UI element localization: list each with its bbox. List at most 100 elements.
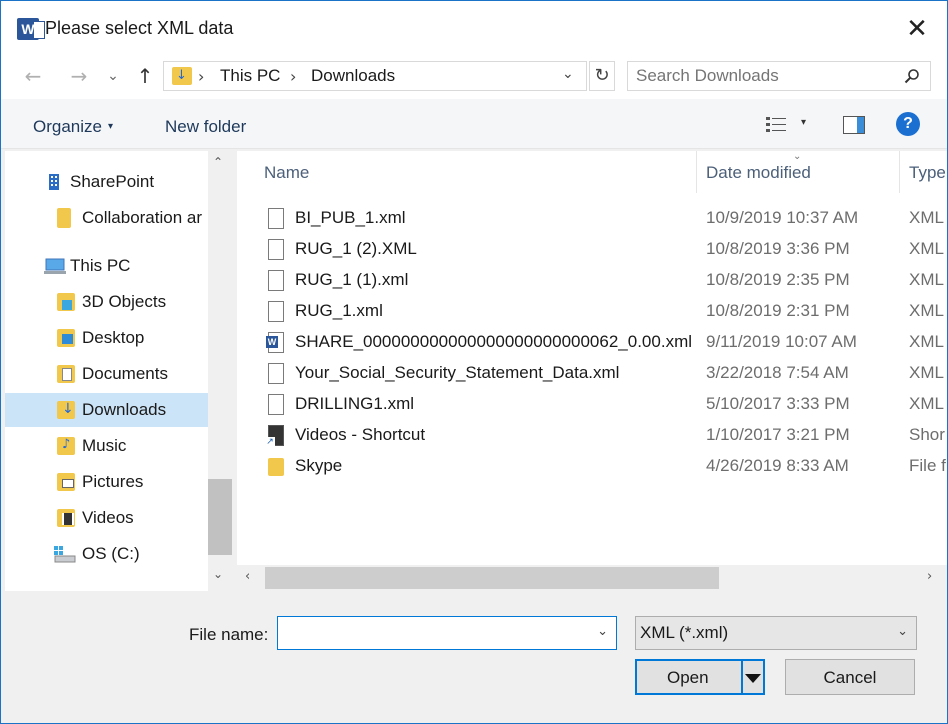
title-bar: W Please select XML data ✕ bbox=[1, 1, 947, 57]
address-dropdown-icon[interactable]: ⌄ bbox=[562, 66, 574, 82]
file-date: 10/8/2019 3:36 PM bbox=[706, 239, 850, 258]
file-type: XML bbox=[909, 270, 944, 289]
file-type-value: XML (*.xml) bbox=[640, 623, 729, 642]
sidebar-item-documents[interactable]: Documents bbox=[5, 357, 208, 391]
file-type: XML bbox=[909, 363, 944, 382]
sidebar-item-os-c[interactable]: OS (C:) bbox=[5, 537, 208, 571]
file-row[interactable]: Videos - Shortcut 1/10/2017 3:21 PM Shor bbox=[237, 420, 947, 451]
sidebar-item-3d-objects[interactable]: 3D Objects bbox=[5, 285, 208, 319]
view-options-icon[interactable] bbox=[765, 115, 787, 135]
sidebar-item-music[interactable]: ♪ Music bbox=[5, 429, 208, 463]
file-name: Videos - Shortcut bbox=[295, 425, 426, 444]
sidebar-item-label: 3D Objects bbox=[82, 292, 167, 311]
view-dropdown-icon[interactable]: ▾ bbox=[801, 117, 806, 128]
file-row[interactable]: BI_PUB_1.xml 10/9/2019 10:37 AM XML bbox=[237, 203, 947, 234]
column-header-type[interactable]: Type bbox=[909, 163, 946, 183]
sidebar-item-label: OS (C:) bbox=[82, 544, 140, 563]
file-name: BI_PUB_1.xml bbox=[295, 208, 406, 227]
file-type: XML bbox=[909, 208, 944, 227]
file-name: Your_Social_Security_Statement_Data.xml bbox=[295, 363, 620, 382]
file-icon bbox=[268, 301, 284, 322]
recent-locations-button[interactable]: ⌄ bbox=[105, 63, 121, 89]
file-type-select[interactable]: XML (*.xml) ⌄ bbox=[635, 616, 917, 650]
file-name-input[interactable] bbox=[284, 623, 584, 643]
breadcrumb-downloads[interactable]: Downloads bbox=[311, 66, 395, 86]
sidebar-item-this-pc[interactable]: This PC bbox=[5, 249, 208, 283]
downloads-folder-icon bbox=[172, 67, 192, 85]
cancel-button[interactable]: Cancel bbox=[785, 659, 915, 695]
scroll-up-icon[interactable]: ⌃ bbox=[213, 155, 223, 169]
file-open-dialog: W Please select XML data ✕ ← → ⌄ ↑ › Thi… bbox=[0, 0, 948, 724]
forward-button[interactable]: → bbox=[67, 63, 91, 89]
navigation-pane: SharePoint Collaboration ar This PC 3D O… bbox=[5, 151, 208, 591]
new-folder-button[interactable]: New folder bbox=[165, 117, 246, 137]
file-type: Shor bbox=[909, 425, 945, 444]
document-icon bbox=[62, 368, 72, 381]
file-name: RUG_1.xml bbox=[295, 301, 383, 320]
command-bar: Organize ▾ New folder ▾ ? bbox=[1, 99, 947, 149]
column-header-date[interactable]: Date modified bbox=[706, 163, 811, 183]
sidebar-item-desktop[interactable]: Desktop bbox=[5, 321, 208, 355]
search-icon[interactable] bbox=[904, 68, 920, 84]
file-name: RUG_1 (1).xml bbox=[295, 270, 409, 289]
file-name-label: File name: bbox=[189, 625, 269, 644]
word-doc-icon bbox=[266, 332, 284, 353]
back-button[interactable]: ← bbox=[21, 63, 45, 89]
search-box[interactable] bbox=[627, 61, 931, 91]
address-bar[interactable]: › This PC › Downloads ⌄ bbox=[163, 61, 587, 91]
file-row[interactable]: Your_Social_Security_Statement_Data.xml … bbox=[237, 358, 947, 389]
picture-icon bbox=[62, 479, 74, 488]
download-arrow-icon: ↓ bbox=[62, 401, 74, 417]
folder-icon bbox=[268, 458, 284, 476]
breadcrumb-separator[interactable]: › bbox=[290, 67, 296, 86]
refresh-button[interactable]: ↻ bbox=[589, 61, 615, 91]
sidebar-scrollbar[interactable]: ⌃ ⌄ bbox=[208, 151, 232, 591]
sidebar-item-videos[interactable]: Videos bbox=[5, 501, 208, 535]
scroll-right-icon[interactable]: › bbox=[927, 569, 932, 584]
file-row[interactable]: SHARE_000000000000000000000000062_0.00.x… bbox=[237, 327, 947, 358]
scroll-down-icon[interactable]: ⌄ bbox=[213, 567, 223, 581]
open-options-icon[interactable] bbox=[745, 674, 761, 683]
close-button[interactable]: ✕ bbox=[901, 13, 933, 45]
sidebar-item-sharepoint[interactable]: SharePoint bbox=[5, 165, 208, 199]
search-input[interactable] bbox=[636, 66, 896, 86]
desktop-icon bbox=[62, 334, 73, 344]
column-header-name[interactable]: Name bbox=[264, 163, 309, 183]
sidebar-item-label: SharePoint bbox=[70, 172, 155, 191]
up-button[interactable]: ↑ bbox=[133, 63, 157, 89]
file-row[interactable]: Skype 4/26/2019 8:33 AM File f bbox=[237, 451, 947, 482]
file-name: SHARE_000000000000000000000000062_0.00.x… bbox=[295, 332, 693, 351]
file-date: 10/9/2019 10:37 AM bbox=[706, 208, 859, 227]
sidebar-item-collaboration[interactable]: Collaboration ar bbox=[5, 201, 208, 235]
breadcrumb-separator[interactable]: › bbox=[198, 67, 204, 86]
sort-indicator-icon: ⌄ bbox=[793, 151, 802, 162]
shortcut-icon bbox=[265, 425, 284, 447]
preview-pane-icon[interactable] bbox=[843, 116, 865, 134]
scrollbar-thumb[interactable] bbox=[265, 567, 719, 589]
column-divider[interactable] bbox=[696, 151, 697, 193]
cancel-label: Cancel bbox=[823, 668, 877, 687]
organize-button[interactable]: Organize ▾ bbox=[33, 117, 113, 137]
file-row[interactable]: DRILLING1.xml 5/10/2017 3:33 PM XML bbox=[237, 389, 947, 420]
file-list-scrollbar[interactable]: ‹ › bbox=[237, 565, 947, 591]
file-name-field[interactable]: ⌄ bbox=[277, 616, 617, 650]
sidebar-item-downloads[interactable]: ↓ Downloads bbox=[5, 393, 208, 427]
file-row[interactable]: RUG_1.xml 10/8/2019 2:31 PM XML bbox=[237, 296, 947, 327]
help-icon[interactable]: ? bbox=[896, 112, 920, 136]
chevron-down-icon[interactable]: ⌄ bbox=[597, 624, 608, 639]
scroll-left-icon[interactable]: ‹ bbox=[245, 569, 250, 584]
file-type: XML bbox=[909, 332, 944, 351]
file-row[interactable]: RUG_1 (1).xml 10/8/2019 2:35 PM XML bbox=[237, 265, 947, 296]
sidebar-item-pictures[interactable]: Pictures bbox=[5, 465, 208, 499]
file-type: XML bbox=[909, 301, 944, 320]
column-divider[interactable] bbox=[899, 151, 900, 193]
sidebar-item-label: Downloads bbox=[82, 400, 167, 419]
sidebar-item-label: Collaboration ar bbox=[82, 208, 203, 227]
word-app-icon: W bbox=[17, 18, 45, 40]
file-row[interactable]: RUG_1 (2).XML 10/8/2019 3:36 PM XML bbox=[237, 234, 947, 265]
open-button[interactable]: Open bbox=[635, 659, 765, 695]
music-note-icon: ♪ bbox=[62, 437, 71, 452]
scrollbar-thumb[interactable] bbox=[208, 479, 232, 555]
folder-icon bbox=[57, 208, 71, 228]
breadcrumb-this-pc[interactable]: This PC bbox=[220, 66, 280, 86]
